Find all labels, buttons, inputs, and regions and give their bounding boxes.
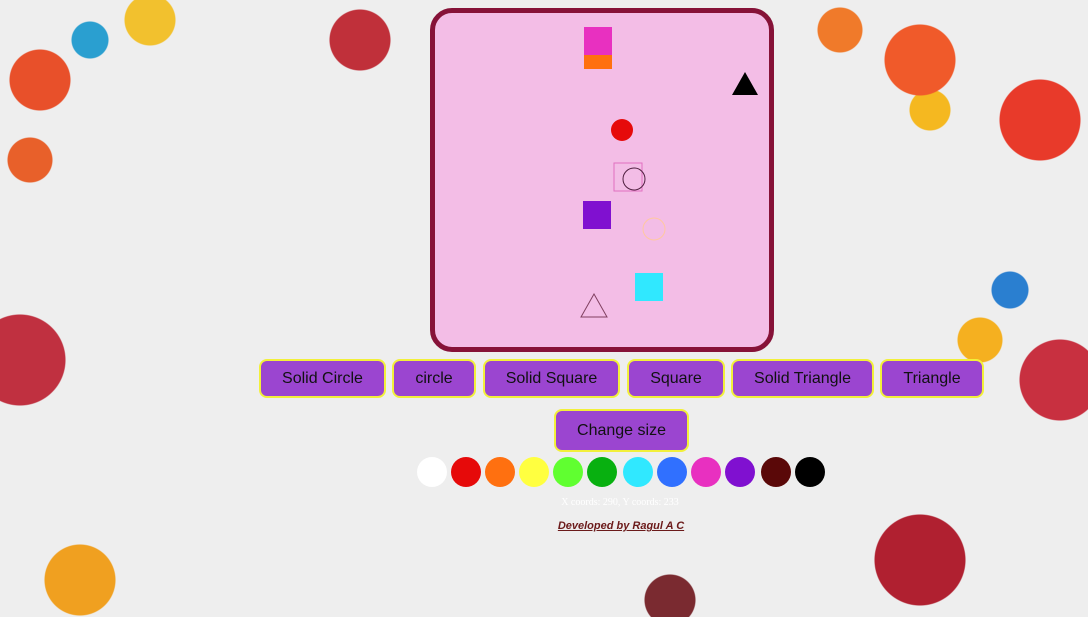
solid-circle-shape: [611, 119, 633, 141]
solid-triangle-shape: [732, 72, 758, 95]
color-swatch[interactable]: [657, 457, 687, 487]
circle-button[interactable]: circle: [392, 359, 476, 398]
change-size-button[interactable]: Change size: [554, 409, 689, 452]
solid-circle-button[interactable]: Solid Circle: [259, 359, 386, 398]
color-swatch[interactable]: [451, 457, 481, 487]
color-swatch[interactable]: [485, 457, 515, 487]
color-swatch[interactable]: [623, 457, 653, 487]
color-swatch[interactable]: [795, 457, 825, 487]
solid-square-shape: [583, 201, 611, 229]
color-swatch[interactable]: [587, 457, 617, 487]
solid-square-shape: [584, 27, 612, 55]
circle-shape: [642, 217, 666, 241]
color-swatch[interactable]: [553, 457, 583, 487]
triangle-button[interactable]: Triangle: [880, 359, 984, 398]
solid-square-shape: [635, 273, 663, 301]
coords-readout: X coords: 290, Y coords: 233: [561, 497, 679, 508]
canvas-shapes: [580, 27, 758, 318]
drawing-canvas[interactable]: [430, 8, 774, 352]
color-swatch[interactable]: [725, 457, 755, 487]
color-swatch[interactable]: [417, 457, 447, 487]
developer-credit-link[interactable]: Developed by Ragul A C: [0, 520, 1088, 532]
solid-triangle-button[interactable]: Solid Triangle: [731, 359, 874, 398]
color-swatch[interactable]: [761, 457, 791, 487]
square-shape: [613, 162, 643, 192]
triangle-shape: [580, 292, 608, 318]
solid-square-button[interactable]: Solid Square: [483, 359, 620, 398]
color-swatch[interactable]: [519, 457, 549, 487]
color-swatch[interactable]: [691, 457, 721, 487]
square-button[interactable]: Square: [627, 359, 725, 398]
